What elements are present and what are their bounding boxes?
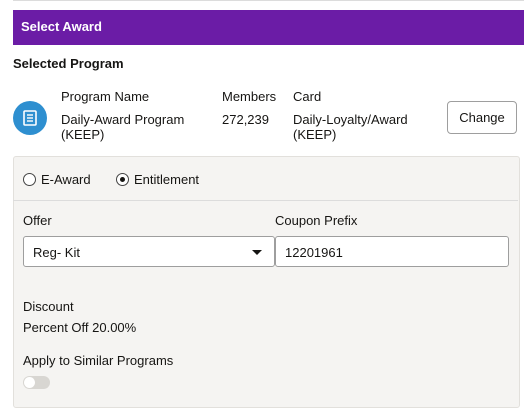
award-settings-panel [13, 156, 520, 408]
selected-program-title: Selected Program [13, 56, 124, 71]
entitlement-radio[interactable] [116, 173, 129, 186]
dialog-title: Select Award [21, 19, 102, 34]
toggle-knob [24, 377, 35, 388]
offer-label: Offer [23, 213, 52, 228]
document-icon [13, 101, 47, 135]
discount-value: Percent Off 20.00% [23, 320, 137, 335]
card-header: Card [293, 89, 322, 104]
radio-selected-dot [120, 177, 125, 182]
panel-divider [13, 200, 518, 201]
apply-similar-label: Apply to Similar Programs [23, 353, 174, 368]
program-name-header: Program Name [61, 89, 150, 104]
e-award-radio[interactable] [23, 173, 36, 186]
program-name-value: Daily-Award Program (KEEP) [61, 112, 184, 142]
chevron-down-icon [252, 250, 262, 255]
coupon-prefix-input[interactable]: 12201961 [275, 236, 509, 267]
card-line1: Daily-Loyalty/Award [293, 112, 408, 127]
offer-select-value: Reg- Kit [33, 245, 80, 260]
program-name-line1: Daily-Award Program [61, 112, 185, 127]
apply-similar-toggle[interactable] [23, 376, 50, 389]
coupon-prefix-label: Coupon Prefix [275, 213, 358, 228]
members-value: 272,239 [222, 112, 269, 127]
offer-select[interactable]: Reg- Kit [23, 236, 275, 267]
members-header: Members [222, 89, 277, 104]
entitlement-label[interactable]: Entitlement [134, 172, 199, 187]
program-name-line2: (KEEP) [61, 127, 105, 142]
dialog-header: Select Award [13, 10, 524, 45]
top-divider [13, 0, 524, 1]
e-award-label[interactable]: E-Award [41, 172, 91, 187]
card-line2: (KEEP) [293, 127, 337, 142]
card-value: Daily-Loyalty/Award (KEEP) [293, 112, 408, 142]
discount-label: Discount [23, 299, 74, 314]
coupon-prefix-value: 12201961 [285, 245, 343, 260]
change-button[interactable]: Change [447, 101, 517, 134]
